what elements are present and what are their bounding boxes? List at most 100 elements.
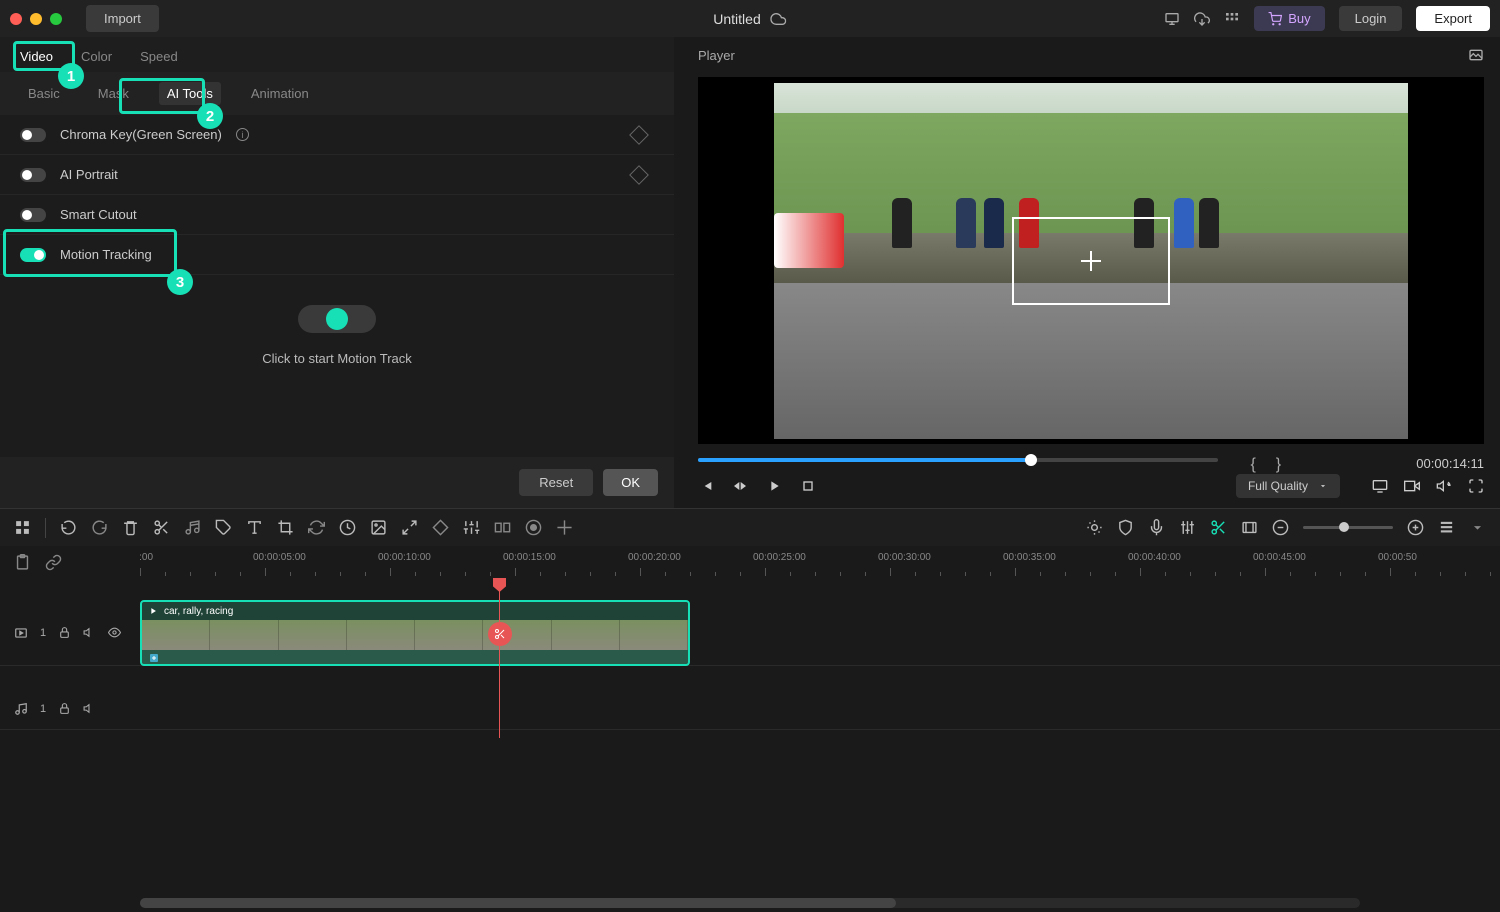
subtab-mask[interactable]: Mask [90, 82, 137, 105]
image-icon[interactable] [370, 519, 387, 536]
speed-icon[interactable] [339, 519, 356, 536]
timeline-tracks: 1 car, rally, racing [0, 578, 1500, 738]
cloud-download-icon[interactable] [1194, 11, 1210, 27]
mark-in-icon[interactable]: { [1250, 456, 1255, 474]
video-preview[interactable] [698, 77, 1484, 444]
quality-label: Full Quality [1248, 479, 1308, 493]
mute-icon[interactable] [83, 702, 96, 715]
link-icon[interactable] [45, 554, 62, 571]
fullscreen-icon[interactable] [1468, 478, 1484, 494]
cut-icon[interactable] [153, 519, 170, 536]
zoom-slider[interactable] [1303, 526, 1393, 529]
info-icon[interactable]: i [236, 128, 249, 141]
playhead-handle[interactable] [493, 578, 506, 592]
tab-speed[interactable]: Speed [140, 49, 178, 64]
maximize-window-icon[interactable] [50, 13, 62, 25]
inspector-sub-tabs: Basic Mask AI Tools Animation [0, 72, 674, 115]
reset-button[interactable]: Reset [519, 469, 593, 496]
subtab-animation[interactable]: Animation [243, 82, 317, 105]
music-icon[interactable] [184, 519, 201, 536]
magic-cut-icon[interactable] [1210, 519, 1227, 536]
playhead[interactable] [499, 578, 500, 738]
quality-dropdown[interactable]: Full Quality [1236, 474, 1340, 498]
motion-tracking-toggle[interactable] [20, 248, 46, 262]
marker-icon[interactable] [556, 519, 573, 536]
redo-icon[interactable] [91, 519, 108, 536]
minimize-window-icon[interactable] [30, 13, 42, 25]
video-track: 1 car, rally, racing [0, 600, 1500, 666]
smart-cutout-toggle[interactable] [20, 208, 46, 222]
scene-person [1199, 198, 1219, 248]
keyframe-icon[interactable] [629, 165, 649, 185]
export-button[interactable]: Export [1416, 6, 1490, 31]
motion-track-start-toggle[interactable] [298, 305, 376, 333]
shield-icon[interactable] [1117, 519, 1134, 536]
camera-icon[interactable] [1404, 478, 1420, 494]
stop-icon[interactable] [800, 478, 816, 494]
close-window-icon[interactable] [10, 13, 22, 25]
inspector-top-tabs: Video Color Speed [0, 37, 674, 72]
lock-icon[interactable] [58, 626, 71, 639]
import-button[interactable]: Import [86, 5, 159, 32]
buy-button[interactable]: Buy [1254, 6, 1324, 31]
project-title: Untitled [713, 11, 786, 27]
step-back-icon[interactable] [732, 478, 748, 494]
ai-portrait-toggle[interactable] [20, 168, 46, 182]
layout-icon[interactable] [14, 519, 31, 536]
motion-track-target-box[interactable] [1012, 217, 1170, 305]
player-timecode: 00:00:14:11 [1416, 456, 1484, 471]
chevron-down-icon[interactable] [1469, 519, 1486, 536]
frame-icon[interactable] [1241, 519, 1258, 536]
delete-icon[interactable] [122, 519, 139, 536]
mark-out-icon[interactable]: } [1276, 456, 1281, 474]
record-icon[interactable] [525, 519, 542, 536]
undo-icon[interactable] [60, 519, 77, 536]
zoom-in-icon[interactable] [1407, 519, 1424, 536]
lock-icon[interactable] [58, 702, 71, 715]
eye-icon[interactable] [108, 626, 121, 639]
display-icon[interactable] [1372, 478, 1388, 494]
track-height-icon[interactable] [1438, 519, 1455, 536]
chevron-down-icon [1318, 481, 1328, 491]
desktop-icon[interactable] [1164, 11, 1180, 27]
video-clip[interactable]: car, rally, racing [140, 600, 690, 666]
timeline-ruler[interactable]: 00:0000:00:05:0000:00:10:0000:00:15:0000… [140, 546, 1500, 578]
cut-marker-icon[interactable] [488, 622, 512, 646]
keyframe-icon[interactable] [629, 125, 649, 145]
expand-icon[interactable] [401, 519, 418, 536]
crop-icon[interactable] [277, 519, 294, 536]
timeline-scrollbar[interactable] [140, 898, 1360, 908]
apps-grid-icon[interactable] [1224, 11, 1240, 27]
volume-icon[interactable] [1436, 478, 1452, 494]
mic-icon[interactable] [1148, 519, 1165, 536]
effects-icon[interactable] [1086, 519, 1103, 536]
rotate-icon[interactable] [308, 519, 325, 536]
audio-track-icon [14, 702, 28, 716]
audio-track: 1 [0, 688, 1500, 730]
split-icon[interactable] [494, 519, 511, 536]
subtab-basic[interactable]: Basic [20, 82, 68, 105]
diamond-icon[interactable] [432, 519, 449, 536]
zoom-out-icon[interactable] [1272, 519, 1289, 536]
play-icon[interactable] [766, 478, 782, 494]
mute-icon[interactable] [83, 626, 96, 639]
login-button[interactable]: Login [1339, 6, 1403, 31]
mixer-icon[interactable] [1179, 519, 1196, 536]
tab-video[interactable]: Video [20, 49, 53, 64]
tab-color[interactable]: Color [81, 49, 112, 64]
motion-track-section: Click to start Motion Track [0, 275, 674, 396]
cloud-sync-icon[interactable] [771, 11, 787, 27]
ok-button[interactable]: OK [603, 469, 658, 496]
text-icon[interactable] [246, 519, 263, 536]
chroma-key-toggle[interactable] [20, 128, 46, 142]
subtab-ai-tools[interactable]: AI Tools [159, 82, 221, 105]
scene-car [774, 213, 844, 268]
snapshot-icon[interactable] [1468, 47, 1484, 63]
inspector-footer: Reset OK [0, 457, 674, 508]
paste-icon[interactable] [14, 554, 31, 571]
tag-icon[interactable] [215, 519, 232, 536]
playback-progress[interactable] [698, 458, 1218, 462]
prev-frame-icon[interactable] [698, 478, 714, 494]
project-title-text: Untitled [713, 11, 760, 27]
adjust-icon[interactable] [463, 519, 480, 536]
